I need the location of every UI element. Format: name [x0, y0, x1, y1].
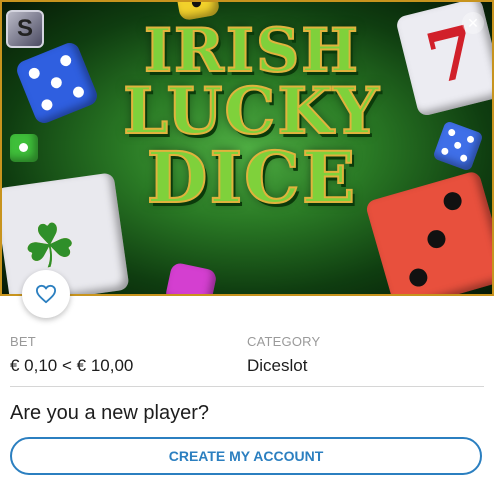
bet-value: € 0,10 < € 10,00 — [10, 356, 134, 375]
favorite-button[interactable] — [22, 270, 70, 318]
close-icon[interactable]: ✕ — [462, 12, 484, 34]
close-glyph: ✕ — [467, 14, 479, 31]
game-title-line-1: IRISH — [143, 16, 360, 86]
divider — [10, 386, 484, 387]
create-account-button[interactable]: CREATE MY ACCOUNT — [10, 437, 482, 475]
provider-logo: S — [6, 10, 44, 48]
category-value: Diceslot — [247, 356, 308, 375]
new-player-question: Are you a new player? — [10, 402, 210, 424]
small-blue-die-icon — [432, 120, 484, 172]
bet-label: BET — [10, 334, 36, 349]
blue-die-icon — [14, 40, 100, 126]
game-title-line-2: LUCKY — [122, 73, 381, 149]
game-title: IRISH LUCKY DICE — [102, 16, 402, 219]
small-green-die-icon — [10, 134, 38, 162]
category-label: CATEGORY — [247, 334, 321, 349]
game-title-line-3: DICE — [146, 135, 358, 219]
provider-logo-letter: S — [16, 15, 33, 42]
game-banner[interactable]: ☘ 7 IRISH LUCKY DICE S ✕ — [0, 0, 494, 296]
pink-die-icon — [164, 261, 218, 294]
heart-icon — [36, 284, 56, 304]
